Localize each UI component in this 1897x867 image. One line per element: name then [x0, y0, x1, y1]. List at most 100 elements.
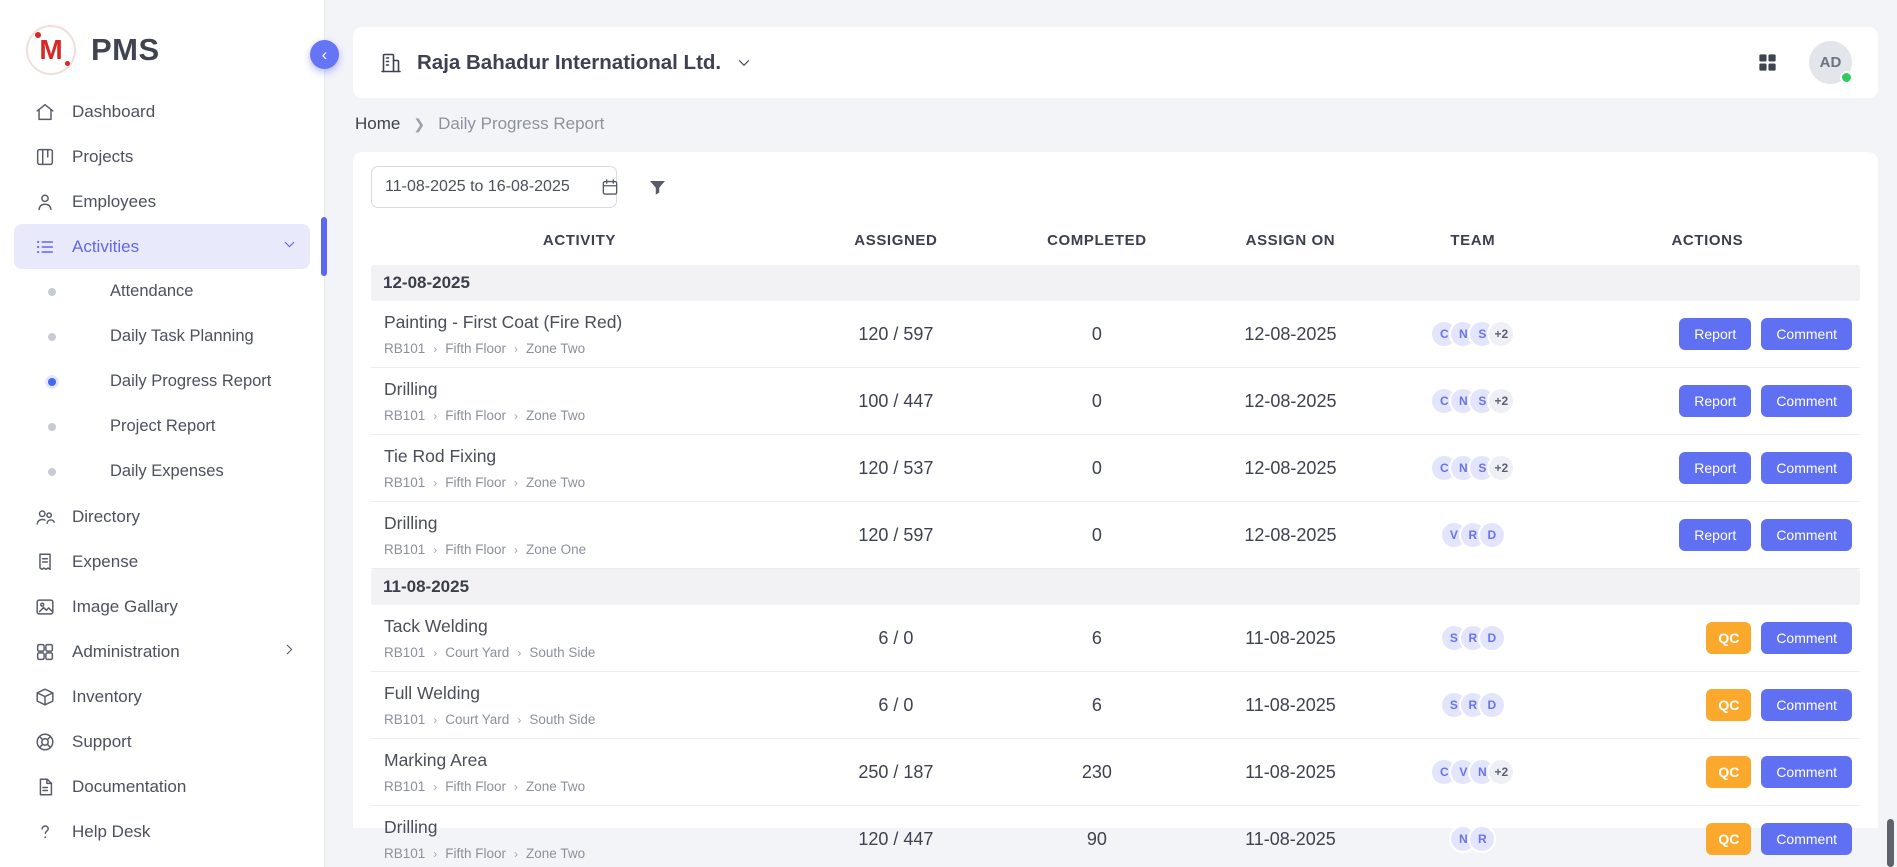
team-extra-count: +2 — [1487, 758, 1515, 786]
breadcrumb-home-link[interactable]: Home — [355, 114, 400, 134]
logo-letter: M — [39, 34, 62, 66]
building-icon — [379, 51, 403, 75]
team-avatar-group: NR — [1397, 825, 1549, 853]
activity-cell: DrillingRB101›Fifth Floor›Zone One — [371, 502, 788, 569]
location-segment: RB101 — [384, 779, 425, 794]
comment-button[interactable]: Comment — [1761, 622, 1852, 654]
sidebar-subitem-attendance[interactable]: Attendance — [0, 269, 324, 314]
sidebar-item-dashboard[interactable]: Dashboard — [14, 89, 310, 134]
sidebar-item-projects[interactable]: Projects — [14, 134, 310, 179]
comment-button[interactable]: Comment — [1761, 318, 1852, 350]
document-icon — [34, 776, 56, 798]
subitem-label: Daily Progress Report — [110, 372, 271, 391]
sidebar-collapse-button[interactable]: ‹ — [310, 40, 339, 69]
projects-icon — [34, 146, 56, 168]
activity-cell: Painting - First Coat (Fire Red)RB101›Fi… — [371, 301, 788, 368]
activity-title: Tie Rod Fixing — [384, 446, 782, 467]
team-avatar-group: CNS+2 — [1397, 454, 1549, 482]
sidebar-item-activities[interactable]: Activities — [14, 224, 310, 269]
activity-cell: Full Welding RB101›Court Yard›South Side — [371, 672, 788, 739]
activity-row: DrillingRB101›Fifth Floor›Zone Two120 / … — [371, 806, 1860, 867]
date-range-input[interactable] — [385, 178, 592, 196]
bullet-icon — [48, 378, 56, 386]
activity-location-path: RB101›Court Yard›South Side — [384, 712, 782, 727]
progress-report-table: ACTIVITYASSIGNEDCOMPLETEDASSIGN ONTEAMAC… — [371, 212, 1860, 867]
user-avatar[interactable]: AD — [1809, 41, 1852, 84]
assign-on-date: 12-08-2025 — [1190, 368, 1391, 435]
location-segment: RB101 — [384, 542, 425, 557]
report-button[interactable]: Report — [1679, 452, 1751, 484]
qc-button[interactable]: QC — [1706, 622, 1751, 654]
sidebar-item-directory[interactable]: Directory — [14, 494, 310, 539]
bullet-icon — [48, 423, 56, 431]
comment-button[interactable]: Comment — [1761, 756, 1852, 788]
activity-cell: Marking AreaRB101›Fifth Floor›Zone Two — [371, 739, 788, 806]
sidebar-item-label: Projects — [72, 147, 133, 167]
sidebar-subitem-daily-task-planning[interactable]: Daily Task Planning — [0, 314, 324, 359]
team-cell: CNS+2 — [1391, 435, 1555, 502]
sidebar-subitem-daily-expenses[interactable]: Daily Expenses — [0, 449, 324, 494]
sidebar-item-label: Support — [72, 732, 132, 752]
top-header-bar: Raja Bahadur International Ltd. AD — [353, 27, 1878, 98]
sidebar-item-support[interactable]: Support — [14, 719, 310, 764]
qc-button[interactable]: QC — [1706, 689, 1751, 721]
chevron-right-icon — [281, 641, 298, 663]
location-segment: Fifth Floor — [445, 542, 506, 557]
location-segment: RB101 — [384, 712, 425, 727]
sidebar-item-label: Image Gallary — [72, 597, 178, 617]
sidebar-item-employees[interactable]: Employees — [14, 179, 310, 224]
qc-button[interactable]: QC — [1706, 823, 1751, 855]
report-button[interactable]: Report — [1679, 385, 1751, 417]
comment-button[interactable]: Comment — [1761, 452, 1852, 484]
company-selector[interactable]: Raja Bahadur International Ltd. — [379, 51, 753, 75]
location-segment: Fifth Floor — [445, 341, 506, 356]
comment-button[interactable]: Comment — [1761, 519, 1852, 551]
image-icon — [34, 596, 56, 618]
report-button[interactable]: Report — [1679, 318, 1751, 350]
chevron-right-icon: › — [433, 409, 437, 423]
activity-title: Full Welding — [384, 683, 782, 704]
sidebar-item-inventory[interactable]: Inventory — [14, 674, 310, 719]
activity-row: Tie Rod FixingRB101›Fifth Floor›Zone Two… — [371, 435, 1860, 502]
sidebar-item-label: Help Desk — [72, 822, 150, 842]
sidebar-item-documentation[interactable]: Documentation — [14, 764, 310, 809]
sidebar-item-administration[interactable]: Administration — [14, 629, 310, 674]
assign-on-date: 12-08-2025 — [1190, 301, 1391, 368]
date-group-row: 11-08-2025 — [371, 569, 1860, 606]
team-avatar-group: CNS+2 — [1397, 387, 1549, 415]
scrollbar-thumb[interactable] — [1887, 819, 1894, 867]
calendar-icon[interactable] — [600, 177, 620, 197]
bullet-icon — [48, 468, 56, 476]
home-icon — [34, 101, 56, 123]
comment-button[interactable]: Comment — [1761, 385, 1852, 417]
comment-button[interactable]: Comment — [1761, 823, 1852, 855]
team-cell: SRD — [1391, 605, 1555, 672]
location-segment: South Side — [529, 645, 595, 660]
location-segment: Court Yard — [445, 645, 509, 660]
pms-logo-icon: M — [26, 25, 76, 75]
date-group-label: 12-08-2025 — [371, 265, 1860, 301]
sidebar-item-image-gallary[interactable]: Image Gallary — [14, 584, 310, 629]
sidebar-subitem-project-report[interactable]: Project Report — [0, 404, 324, 449]
activity-cell: Tack WeldingRB101›Court Yard›South Side — [371, 605, 788, 672]
comment-button[interactable]: Comment — [1761, 689, 1852, 721]
breadcrumb-current: Daily Progress Report — [438, 114, 604, 134]
qc-button[interactable]: QC — [1706, 756, 1751, 788]
sidebar-nav: Dashboard Projects Employees Activities … — [0, 89, 324, 854]
column-header: ASSIGN ON — [1190, 212, 1391, 265]
filter-funnel-icon[interactable] — [647, 177, 668, 198]
sidebar-item-help-desk[interactable]: Help Desk — [14, 809, 310, 854]
chevron-right-icon: › — [433, 543, 437, 557]
apps-grid-icon[interactable] — [1756, 51, 1779, 74]
completed-value: 230 — [1004, 739, 1190, 806]
column-header: ACTIVITY — [371, 212, 788, 265]
report-button[interactable]: Report — [1679, 519, 1751, 551]
activity-location-path: RB101›Fifth Floor›Zone Two — [384, 779, 782, 794]
date-group-label: 11-08-2025 — [371, 569, 1860, 606]
sidebar-subitem-daily-progress-report[interactable]: Daily Progress Report — [0, 359, 324, 404]
chevron-down-icon — [735, 54, 753, 72]
actions-cell: Report Comment — [1555, 301, 1860, 368]
people-icon — [34, 506, 56, 528]
location-segment: RB101 — [384, 846, 425, 861]
sidebar-item-expense[interactable]: Expense — [14, 539, 310, 584]
